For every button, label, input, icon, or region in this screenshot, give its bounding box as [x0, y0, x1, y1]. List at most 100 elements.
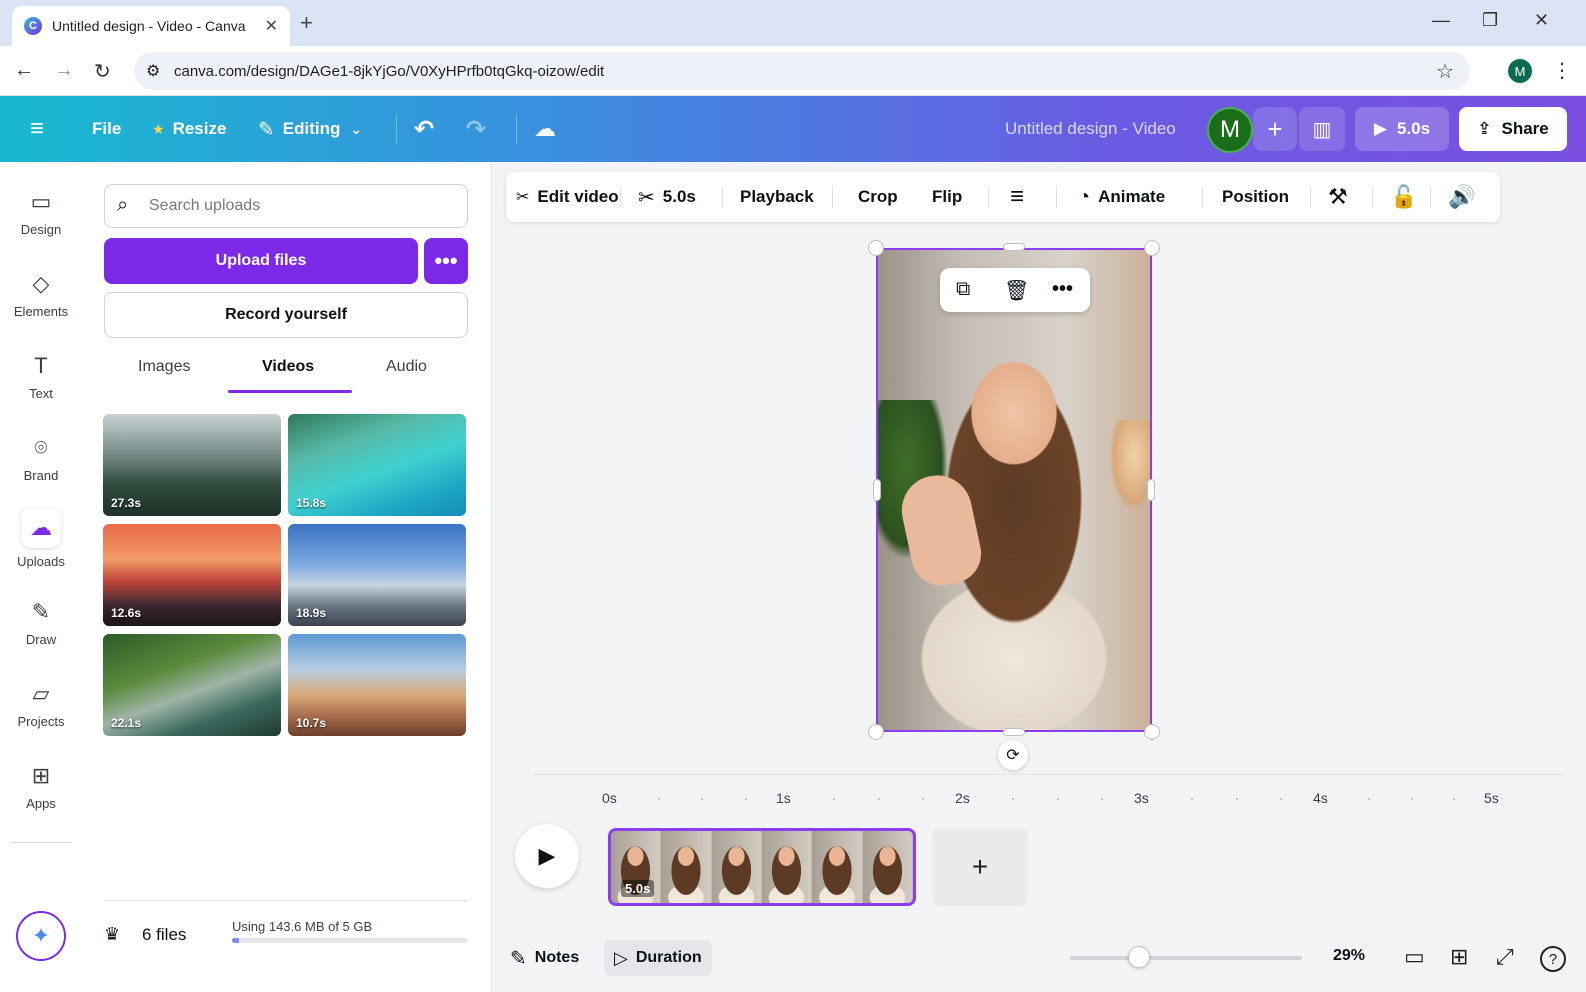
video-duration: 22.1s	[111, 716, 142, 730]
paint-roller-icon[interactable]: ⚒	[1328, 172, 1348, 222]
storage-usage-text: Using 143.6 MB of 5 GB	[232, 919, 373, 934]
forward-icon[interactable]: →	[54, 59, 74, 82]
resize-handle-top[interactable]	[1003, 243, 1025, 251]
active-tab-indicator	[228, 390, 352, 393]
resize-handle-bottom-left[interactable]	[868, 724, 884, 740]
crop-button[interactable]: Crop	[858, 172, 898, 222]
duplicate-icon[interactable]: ⧉	[956, 278, 970, 301]
editing-label: Editing	[282, 119, 341, 138]
cloud-save-icon[interactable]: ☁	[534, 96, 556, 162]
rail-item-design[interactable]: ▭ Design	[0, 188, 82, 237]
window-close-icon[interactable]: ✕	[1534, 10, 1549, 31]
playback-button[interactable]: Playback	[740, 172, 814, 222]
toolbar-divider	[516, 114, 517, 144]
notes-button[interactable]: ✎ Notes	[510, 940, 579, 976]
rail-item-elements[interactable]: ◇ Elements	[0, 270, 82, 319]
timeline-play-button[interactable]: ▶	[515, 824, 579, 888]
file-menu[interactable]: File	[92, 96, 121, 162]
editing-mode-dropdown[interactable]: ✎ Editing ⌄	[258, 96, 362, 162]
record-yourself-button[interactable]: Record yourself	[104, 292, 468, 338]
add-page-button[interactable]: +	[932, 828, 1028, 906]
rail-item-draw[interactable]: ✎ Draw	[0, 598, 82, 647]
present-play-button[interactable]: ▶ 5.0s	[1355, 107, 1449, 151]
edit-video-button[interactable]: ✂ Edit video	[516, 172, 619, 222]
desktop-view-icon[interactable]: ▭	[1404, 944, 1425, 970]
duration-button[interactable]: ▷ Duration	[604, 940, 712, 976]
resize-handle-top-left[interactable]	[868, 240, 884, 256]
tab-close-icon[interactable]: ✕	[265, 16, 278, 36]
more-options-icon[interactable]: •••	[1052, 278, 1073, 301]
upload-more-options-button[interactable]: •••	[424, 238, 468, 284]
help-icon[interactable]: ?	[1540, 946, 1566, 972]
minimize-icon[interactable]: —	[1432, 10, 1450, 31]
share-button[interactable]: ⇪ Share	[1459, 107, 1567, 151]
magic-assistant-button[interactable]: ✦	[16, 911, 66, 961]
bookmark-star-icon[interactable]: ☆	[1436, 59, 1454, 84]
restore-icon[interactable]: ❐	[1482, 10, 1498, 31]
undo-icon[interactable]: ↶	[414, 96, 434, 162]
back-icon[interactable]: ←	[14, 59, 34, 82]
timeline-minor-tick	[701, 798, 703, 800]
resize-handle-top-right[interactable]	[1144, 240, 1160, 256]
video-thumbnail-forest[interactable]: 27.3s	[103, 414, 281, 516]
video-thumbnail-balloon[interactable]: 10.7s	[288, 634, 466, 736]
trim-button[interactable]: ✂ 5.0s	[638, 172, 696, 222]
rail-item-projects[interactable]: ▱ Projects	[0, 680, 82, 729]
user-avatar[interactable]: M	[1207, 107, 1253, 153]
browser-menu-icon[interactable]: ⋮	[1552, 58, 1572, 83]
insights-button[interactable]: ▥	[1299, 107, 1345, 151]
timeline-divider	[534, 774, 1564, 775]
video-thumbnail-city[interactable]: 18.9s	[288, 524, 466, 626]
video-thumbnail-waterfall[interactable]: 22.1s	[103, 634, 281, 736]
position-button[interactable]: Position	[1222, 172, 1289, 222]
tab-images[interactable]: Images	[138, 358, 190, 376]
redo-icon[interactable]: ↷	[466, 96, 486, 162]
video-thumbnail-beach[interactable]: 15.8s	[288, 414, 466, 516]
resize-handle-left[interactable]	[873, 479, 881, 501]
resize-handle-bottom-right[interactable]	[1144, 724, 1160, 740]
flip-button[interactable]: Flip	[932, 172, 962, 222]
trash-icon[interactable]: 🗑	[1004, 278, 1029, 303]
rail-item-apps[interactable]: ⊞ Apps	[0, 762, 82, 811]
add-collaborator-button[interactable]: +	[1253, 107, 1297, 151]
search-uploads-input[interactable]: ⌕ Search uploads	[104, 184, 468, 228]
zoom-level[interactable]: 29%	[1333, 947, 1365, 965]
site-settings-icon[interactable]: ⚙	[146, 61, 160, 81]
upload-files-button[interactable]: Upload files	[104, 238, 418, 284]
volume-icon[interactable]: 🔊	[1448, 172, 1475, 222]
rail-label: Brand	[23, 468, 59, 483]
main-menu-icon[interactable]: ≡	[30, 96, 44, 162]
animate-button[interactable]: ◔ Animate	[1078, 172, 1165, 222]
browser-tabbar: C Untitled design - Video - Canva ✕ + — …	[0, 0, 1586, 46]
selected-video-element[interactable]	[876, 248, 1152, 732]
resize-handle-right[interactable]	[1147, 479, 1155, 501]
url-field[interactable]: ⚙ canva.com/design/DAGe1-8jkYjGo/V0XyHPr…	[134, 52, 1470, 90]
rail-label: Elements	[13, 304, 69, 319]
timeline-video-clip[interactable]: 5.0s	[608, 828, 916, 906]
reload-icon[interactable]: ↻	[94, 59, 111, 84]
document-title[interactable]: Untitled design - Video	[1005, 96, 1176, 162]
video-thumbnail-sunset[interactable]: 12.6s	[103, 524, 281, 626]
timeline-minor-tick	[1235, 798, 1238, 800]
line-weight-icon[interactable]: ≡	[1010, 172, 1024, 222]
zoom-slider-track[interactable]	[1070, 956, 1302, 960]
rail-item-uploads[interactable]: ☁ Uploads	[0, 508, 82, 569]
rail-item-brand[interactable]: ⌾ Brand	[0, 434, 82, 483]
lock-icon[interactable]: 🔓	[1390, 172, 1417, 222]
edit-video-label: Edit video	[537, 187, 619, 206]
clip-frame	[661, 831, 712, 903]
fullscreen-icon[interactable]: ⤢	[1496, 944, 1514, 970]
rail-item-text[interactable]: T Text	[0, 352, 82, 401]
resize-button[interactable]: ★ Resize	[152, 96, 226, 162]
tab-videos[interactable]: Videos	[262, 358, 314, 376]
grid-view-icon[interactable]: ⊞	[1450, 944, 1468, 970]
timeline-tick: 0s	[602, 790, 617, 806]
new-tab-icon[interactable]: +	[300, 10, 313, 36]
tab-audio[interactable]: Audio	[386, 358, 427, 376]
resize-handle-bottom[interactable]	[1003, 728, 1025, 736]
duration-label: Duration	[635, 949, 702, 966]
zoom-slider-knob[interactable]	[1128, 946, 1150, 968]
browser-tab[interactable]: C Untitled design - Video - Canva ✕	[12, 6, 290, 46]
rotate-handle-icon[interactable]: ⟳	[998, 740, 1028, 770]
browser-profile-avatar[interactable]: M	[1508, 59, 1532, 83]
